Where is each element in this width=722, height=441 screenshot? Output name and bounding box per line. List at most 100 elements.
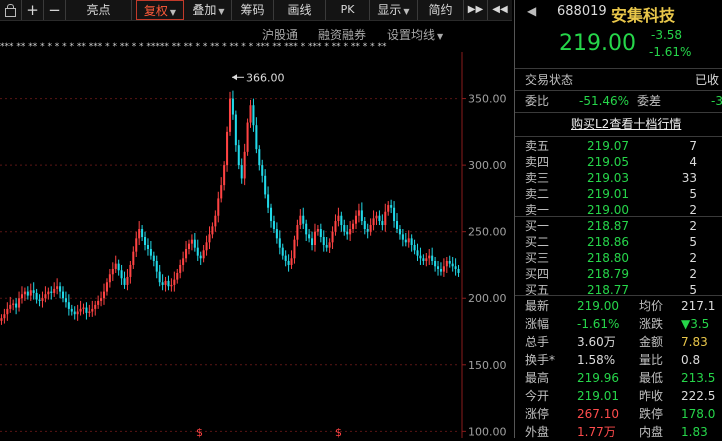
y-tick-label: 150.00	[468, 359, 507, 372]
candle-body	[413, 245, 416, 251]
prev-stock-icon[interactable]: ◀	[527, 4, 536, 18]
candle-body	[451, 263, 454, 267]
zoom-in-button[interactable]: +	[22, 0, 44, 20]
stat-value: 3.60万	[577, 335, 616, 349]
y-tick-label: 100.00	[468, 425, 507, 438]
divider	[515, 90, 722, 91]
candle-body	[67, 302, 70, 309]
zoom-out-button[interactable]: −	[44, 0, 66, 20]
candle-body	[401, 234, 404, 240]
candle-body	[381, 221, 384, 226]
candle-body	[211, 226, 214, 235]
candle-body	[199, 255, 202, 259]
candle-body	[384, 211, 387, 226]
candle-body	[275, 229, 278, 239]
back-button[interactable]: ◀◀	[488, 0, 512, 20]
candle-body	[59, 286, 62, 292]
plus-icon: +	[26, 1, 39, 19]
weicha-value: -3	[711, 94, 722, 108]
candle-body	[258, 149, 261, 166]
quote-panel: ◀ 688019 安集科技 219.00 -3.58 -1.61% 交易状态 已…	[514, 0, 722, 439]
candle-body	[187, 243, 191, 249]
candle-body	[141, 229, 144, 238]
last-price: 219.00	[559, 31, 636, 56]
candle-body	[82, 307, 85, 309]
hk-connect-link[interactable]: 沪股通	[262, 26, 298, 43]
candle-body	[76, 311, 79, 315]
candle-body	[23, 291, 26, 295]
candle-body	[425, 258, 428, 261]
candle-body	[287, 260, 290, 265]
candle-body	[343, 225, 346, 232]
candle-body	[249, 105, 252, 123]
stat-label: 涨停	[525, 407, 550, 421]
candle-body	[144, 237, 147, 245]
weicha-label: 委差	[637, 94, 662, 108]
candle-body	[217, 198, 220, 216]
candle-body	[375, 215, 378, 219]
stat-value: 178.0	[681, 407, 716, 421]
candle-body	[434, 260, 437, 267]
candle-body	[378, 215, 381, 222]
dropdown-arrow-icon: ▼	[169, 8, 177, 17]
margin-trading-link[interactable]: 融资融券	[318, 26, 366, 43]
stat-value: 1.58%	[577, 353, 616, 367]
candle-body	[264, 175, 267, 195]
chips-button[interactable]: 筹码	[232, 0, 274, 20]
candle-body	[349, 229, 352, 235]
candle-body	[182, 258, 185, 265]
candle-body	[437, 266, 440, 269]
l2-purchase-link[interactable]: 购买L2查看十档行情	[571, 115, 681, 133]
candle-body	[173, 279, 176, 285]
adjust-button[interactable]: 复权 ▼	[136, 0, 184, 20]
candle-body	[38, 299, 41, 301]
candle-body	[126, 276, 129, 285]
stat-label: 涨跌	[639, 317, 664, 331]
candle-body	[302, 215, 305, 224]
candle-body	[47, 291, 50, 295]
candle-body	[284, 255, 287, 261]
candle-body	[231, 98, 234, 115]
dropdown-arrow-icon: ▼	[403, 7, 410, 16]
candle-body	[32, 290, 35, 293]
y-tick-label: 300.00	[468, 159, 507, 172]
lock-icon	[5, 4, 16, 17]
candle-body	[261, 165, 264, 176]
stat-label: 昨收	[639, 389, 664, 403]
candle-body	[44, 294, 47, 299]
forward-button[interactable]: ▶▶	[464, 0, 488, 20]
highlight-button[interactable]: 亮点	[66, 0, 132, 20]
candle-body	[293, 239, 296, 259]
simple-button[interactable]: 简约	[418, 0, 464, 20]
candle-body	[146, 245, 149, 249]
stat-value: ▼3.5	[681, 317, 710, 331]
candle-body	[366, 229, 369, 232]
ma-settings-button[interactable]: 设置均线 ▼	[387, 26, 443, 43]
stock-name: 安集科技	[611, 6, 676, 25]
candle-body	[313, 231, 316, 245]
overlay-button[interactable]: 叠加 ▼	[186, 0, 232, 20]
stat-value: 1.77万	[577, 425, 616, 439]
candle-body	[431, 255, 434, 261]
stat-label: 最低	[639, 371, 664, 385]
stat-label: 外盘	[525, 425, 550, 439]
lock-button[interactable]	[0, 0, 22, 20]
pk-button[interactable]: PK	[326, 0, 370, 20]
candle-body	[322, 237, 325, 245]
draw-line-button[interactable]: 画线	[274, 0, 326, 20]
candle-body	[50, 291, 53, 293]
candle-body	[269, 207, 273, 222]
candle-body	[196, 247, 199, 256]
display-button[interactable]: 显示 ▼	[370, 0, 418, 20]
divider	[515, 112, 722, 113]
candle-body	[387, 205, 390, 212]
candle-body	[267, 194, 270, 208]
stat-label: 跌停	[639, 407, 664, 421]
candle-body	[395, 221, 399, 230]
candle-body	[328, 242, 331, 248]
candle-body	[319, 229, 322, 238]
candle-body	[419, 255, 422, 259]
candlestick-chart[interactable]: 350.00 300.00 250.00 200.00 150.00 100.00 366.…	[0, 52, 512, 438]
candle-body	[243, 151, 246, 179]
candle-body	[108, 274, 111, 283]
